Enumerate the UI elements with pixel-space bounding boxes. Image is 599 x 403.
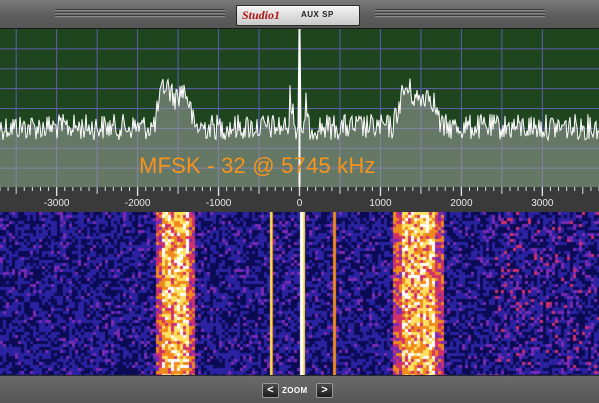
- top-bar: Studio1 AUX SP: [0, 0, 599, 29]
- grille-left: [55, 9, 225, 18]
- output-label: AUX SP: [301, 10, 334, 19]
- scale-tick-label: 0: [296, 198, 303, 209]
- brand-logo: Studio1: [242, 8, 281, 22]
- zoom-label: ZOOM: [282, 386, 308, 395]
- mode-annotation: MFSK - 32 @ 5745 kHz: [139, 153, 376, 178]
- scale-tick-label: 2000: [450, 198, 473, 209]
- scale-tick-label: -1000: [205, 198, 232, 209]
- zoom-in-button[interactable]: >: [316, 383, 333, 398]
- scale-tick-label: 1000: [369, 198, 392, 209]
- bottom-bar: < ZOOM >: [0, 375, 599, 403]
- waterfall-display[interactable]: [0, 212, 599, 375]
- zoom-out-button[interactable]: <: [262, 383, 279, 398]
- waterfall-canvas: [0, 212, 599, 375]
- grille-right: [375, 9, 545, 18]
- output-selector-button[interactable]: Studio1 AUX SP: [236, 5, 360, 26]
- scale-tick-label: -2000: [124, 198, 151, 209]
- spectrum-display[interactable]: MFSK - 32 @ 5745 kHz: [0, 28, 599, 188]
- scale-tick-label: -3000: [43, 198, 70, 209]
- sdr-spectrum-app: Studio1 AUX SP MFSK - 32 @ 5745 kHz -300…: [0, 0, 599, 403]
- frequency-scale[interactable]: -3000 -2000 -1000 0 1000 2000 3000: [0, 187, 599, 212]
- scale-tick-label: 3000: [531, 198, 554, 209]
